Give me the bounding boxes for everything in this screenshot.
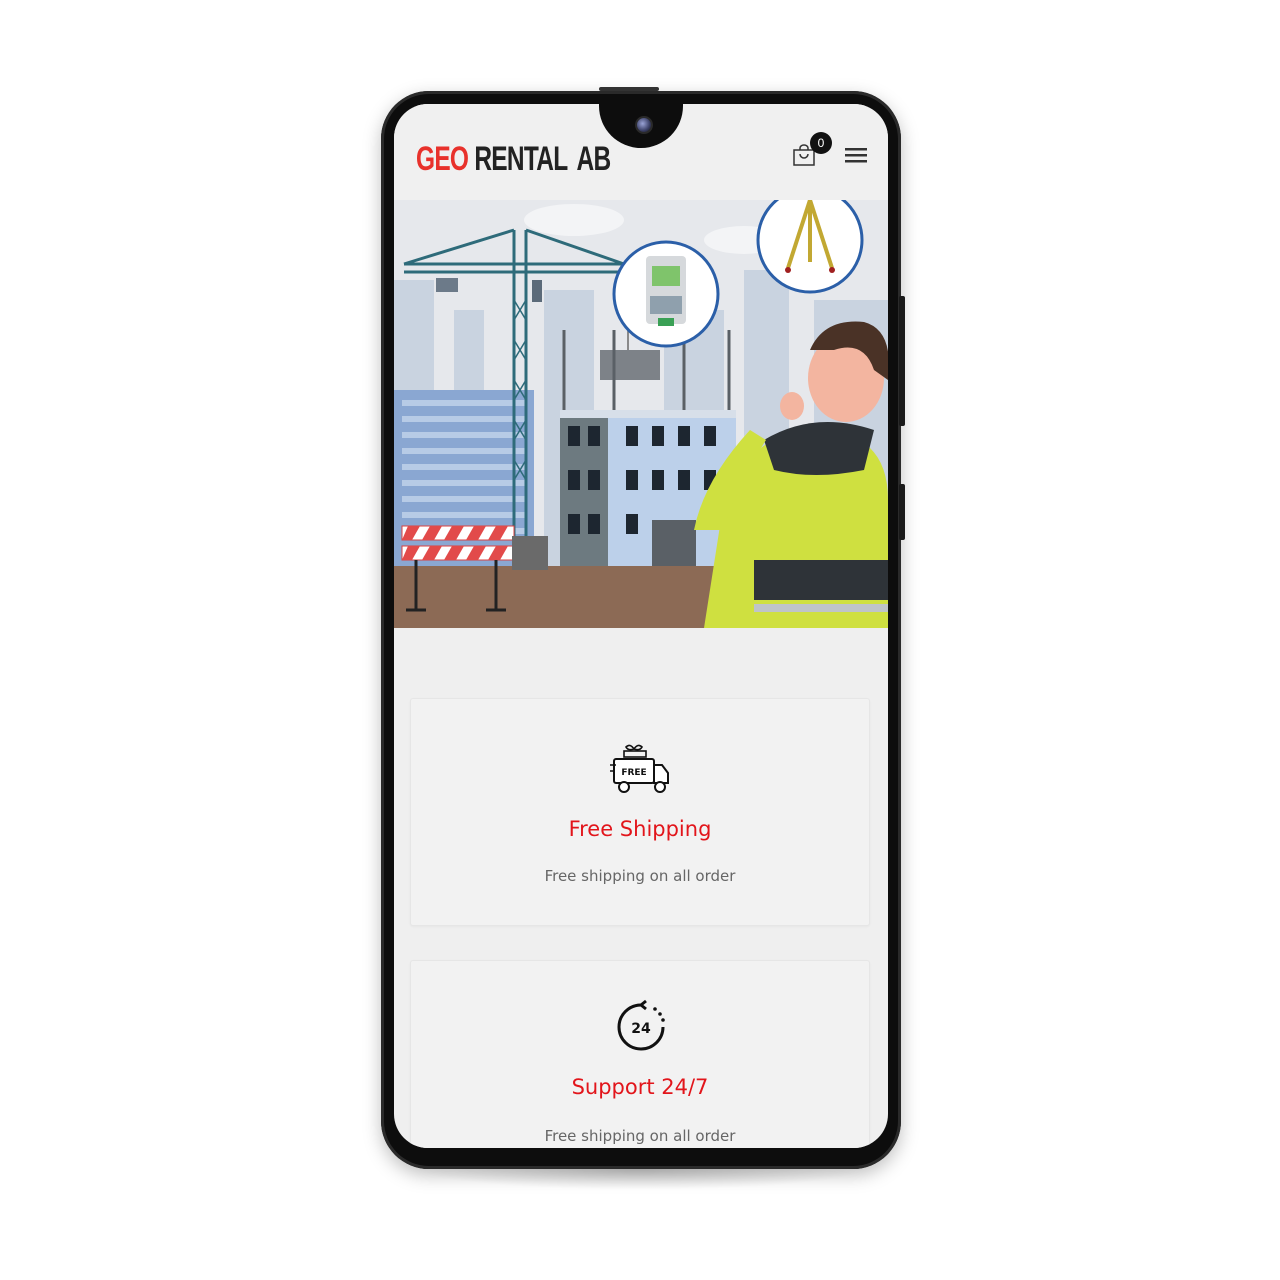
feature-title: Support 24/7 [571,1075,709,1099]
front-camera [635,116,653,134]
hero-construction-illustration [394,200,888,628]
phone-power-button [899,484,905,540]
feature-card-free-shipping: FREE Free Shipping Free shipping on all … [410,698,870,926]
feature-description: Free shipping on all order [544,1127,736,1145]
truck-icon-label: FREE [621,768,646,778]
support-icon-label: 24 [631,1021,651,1037]
feature-card-support: 24 Support 24/7 Free shipping on all ord… [410,960,870,1148]
free-delivery-truck-icon: FREE [610,744,669,793]
feature-title: Free Shipping [568,817,712,841]
site-logo[interactable]: GEO RENTAL AB [416,140,611,179]
logo-rental-ab: RENTAL AB [474,140,611,178]
logo-geo: GEO [416,140,469,178]
support-24-7-icon: 24 [617,999,665,1051]
feature-description: Free shipping on all order [544,867,736,885]
cart-count-badge: 0 [810,132,832,154]
hamburger-menu-icon[interactable] [845,146,867,164]
phone-screen: GEO RENTAL AB 0 FREE Free Shipping Free … [394,104,888,1148]
phone-volume-button [899,296,905,426]
phone-speaker [599,87,659,91]
